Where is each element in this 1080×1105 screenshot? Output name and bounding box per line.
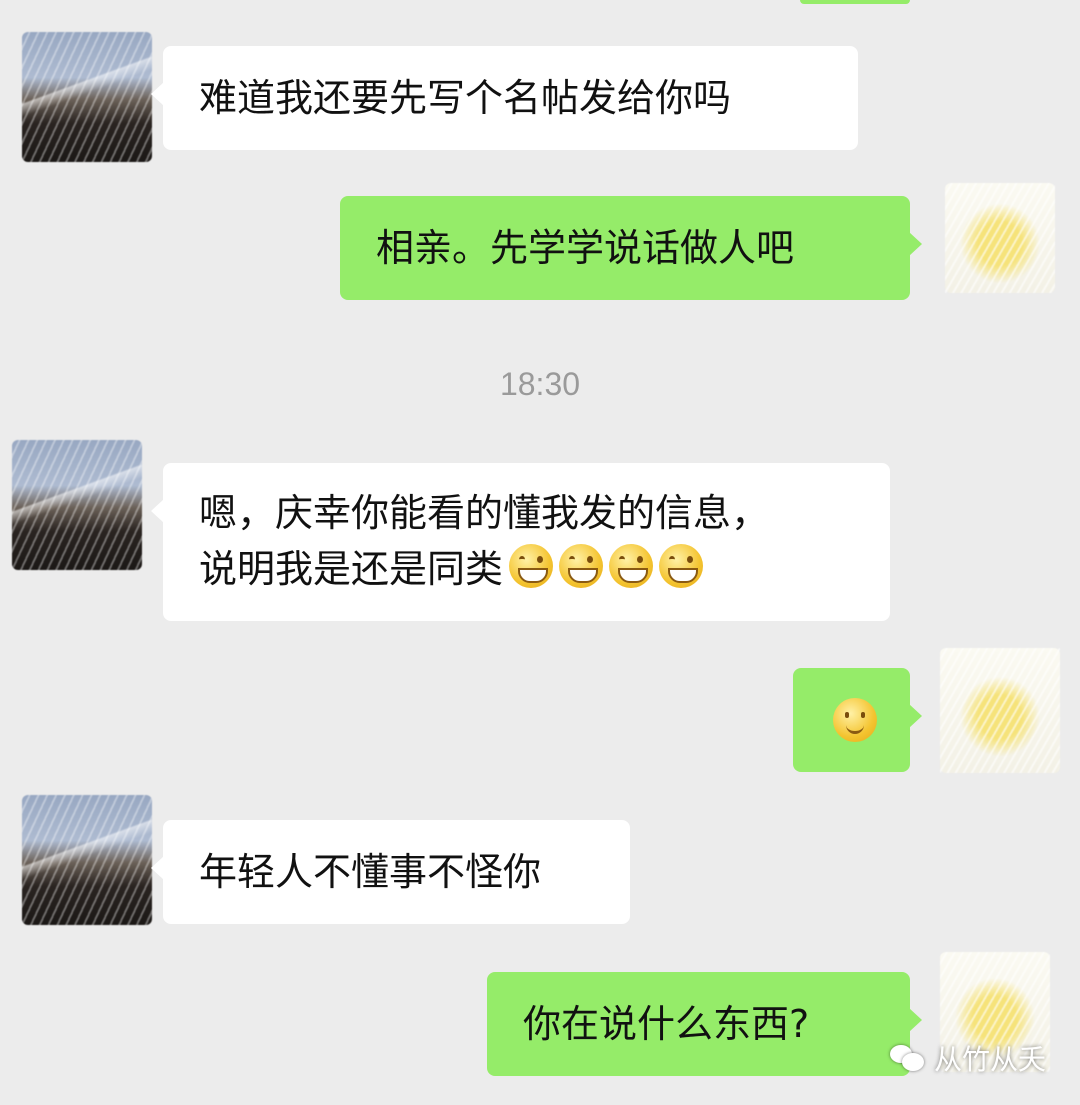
message-text: 相亲。先学学说话做人吧 xyxy=(376,226,795,270)
contact-avatar[interactable] xyxy=(22,795,152,925)
message-bubble-incoming[interactable]: 年轻人不懂事不怪你 xyxy=(151,820,630,924)
watermark: 从竹从夭 xyxy=(890,1036,1046,1080)
message-text-line1: 嗯，庆幸你能看的懂我发的信息， xyxy=(199,491,770,535)
blush-smile-emoji-icon xyxy=(832,698,877,742)
grin-emoji-icon xyxy=(509,544,554,588)
message-text: 你在说什么东西? xyxy=(523,1002,810,1046)
contact-avatar[interactable] xyxy=(12,440,142,570)
message-bubble-incoming[interactable]: 嗯，庆幸你能看的懂我发的信息， 说明我是还是同类 xyxy=(151,463,890,621)
message-bubble-incoming[interactable]: 难道我还要先写个名帖发给你吗 xyxy=(151,46,858,150)
watermark-text: 从竹从夭 xyxy=(934,1043,1047,1076)
grin-emoji-icon xyxy=(659,544,704,588)
grin-emoji-icon xyxy=(559,544,604,588)
chat-timestamp: 18:30 xyxy=(499,366,581,402)
message-text-line2: 说明我是还是同类 xyxy=(199,547,504,591)
contact-avatar[interactable] xyxy=(22,32,152,162)
message-bubble-outgoing[interactable]: 你在说什么东西? xyxy=(487,972,922,1076)
user-avatar[interactable] xyxy=(940,648,1060,773)
message-text: 年轻人不懂事不怪你 xyxy=(199,850,542,894)
user-avatar[interactable] xyxy=(945,183,1055,293)
wechat-icon xyxy=(890,1043,926,1073)
grin-emoji-icon xyxy=(609,544,654,588)
previous-message-edge xyxy=(800,0,910,4)
message-text: 难道我还要先写个名帖发给你吗 xyxy=(199,76,732,120)
message-bubble-outgoing[interactable]: 相亲。先学学说话做人吧 xyxy=(340,196,922,300)
message-bubble-outgoing[interactable] xyxy=(793,668,922,772)
